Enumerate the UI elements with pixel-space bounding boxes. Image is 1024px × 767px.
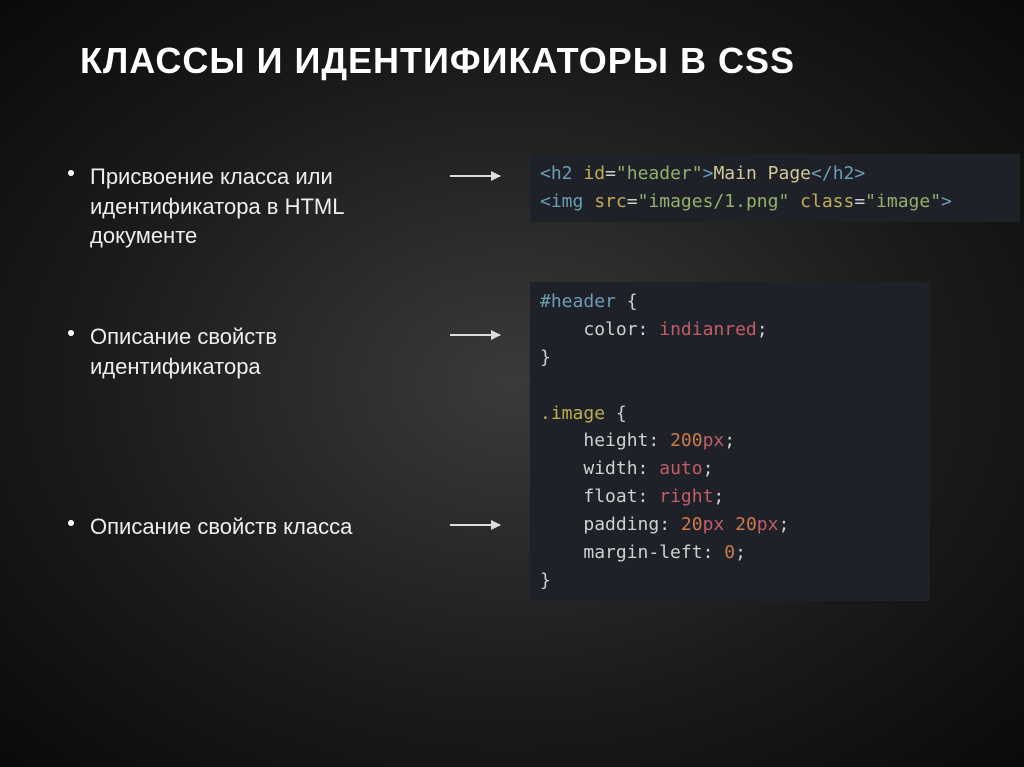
code-token: > [854,163,865,184]
bullet-text: Присвоение класса или идентификатора в H… [90,164,344,248]
code-token: px [757,514,779,535]
code-token: h2 [833,163,855,184]
bullet-item-2: Описание свойств идентификатора [90,322,430,381]
code-token: " [778,191,789,212]
code-token: px [703,430,725,451]
code-token: 200 [659,430,702,451]
code-token: images/1.png [648,191,778,212]
code-token: ; [735,542,746,563]
code-token: image [876,191,930,212]
code-token: color [583,319,637,340]
code-token: ; [778,514,789,535]
slide-title: КЛАССЫ И ИДЕНТИФИКАТОРЫ В CSS [80,40,974,82]
code-token: float [583,486,637,507]
arrow-icon [450,524,500,526]
code-token: image [551,403,605,424]
slide-content: Присвоение класса или идентификатора в H… [50,162,974,712]
code-token: " [692,163,703,184]
code-token: : [659,514,670,535]
code-token: Main Page [713,163,811,184]
code-token: 20 [670,514,703,535]
code-token: > [703,163,714,184]
code-token: img [551,191,584,212]
arrow-icon [450,334,500,336]
code-token: = [605,163,616,184]
code-token: header [551,291,616,312]
code-token: h2 [551,163,573,184]
bullet-item-1: Присвоение класса или идентификатора в H… [90,162,430,251]
code-token: = [854,191,865,212]
code-token: } [540,570,551,591]
code-token: } [540,347,551,368]
code-token: : [648,430,659,451]
code-token: : [638,486,649,507]
bullet-dot-icon [68,330,74,336]
code-token: height [583,430,648,451]
code-token: : [638,319,649,340]
code-token: ; [703,458,714,479]
bullet-dot-icon [68,520,74,526]
code-token: { [616,291,638,312]
code-token: " [616,163,627,184]
code-token: ; [713,486,724,507]
code-token: " [638,191,649,212]
bullet-dot-icon [68,170,74,176]
code-token: auto [648,458,702,479]
code-token: id [583,163,605,184]
bullet-list: Присвоение класса или идентификатора в H… [50,162,430,712]
code-block-css: #header { color: indianred; } .image { h… [530,282,930,601]
code-token: . [540,403,551,424]
code-token: </ [811,163,833,184]
code-token: # [540,291,551,312]
code-token: 20 [724,514,757,535]
code-token: < [540,191,551,212]
code-token: margin-left [583,542,702,563]
bullet-text: Описание свойств класса [90,514,352,539]
arrow-icon [450,175,500,177]
slide: КЛАССЫ И ИДЕНТИФИКАТОРЫ В CSS Присвоение… [0,0,1024,767]
code-token: right [648,486,713,507]
code-token: src [594,191,627,212]
code-token: class [800,191,854,212]
code-token: " [865,191,876,212]
code-token [583,191,594,212]
code-token: ; [724,430,735,451]
code-token: padding [583,514,659,535]
code-token: ; [757,319,768,340]
code-token: < [540,163,551,184]
bullet-text: Описание свойств идентификатора [90,324,277,379]
code-token: : [703,542,714,563]
code-token: width [583,458,637,479]
code-token: 0 [713,542,735,563]
code-token: > [941,191,952,212]
code-block-html: <h2 id="header">Main Page</h2> <img src=… [530,154,1020,222]
code-token: = [627,191,638,212]
code-token: indianred [648,319,756,340]
code-token: header [627,163,692,184]
code-token [789,191,800,212]
code-token: px [703,514,725,535]
bullet-item-3: Описание свойств класса [90,512,352,542]
code-token [573,163,584,184]
code-token: { [605,403,627,424]
code-token: : [638,458,649,479]
code-token: " [930,191,941,212]
